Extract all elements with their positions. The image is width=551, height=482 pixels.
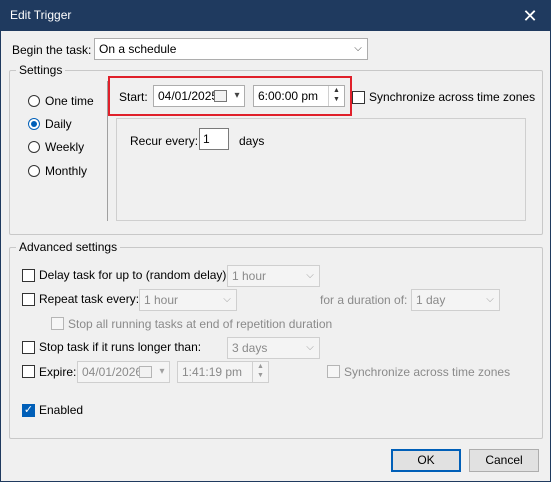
settings-group-title: Settings [16,63,66,77]
sync-timezones-checkbox[interactable] [352,91,365,104]
start-date-picker[interactable]: 04/01/2025 ▾ [153,85,245,107]
calendar-icon [214,90,227,102]
recur-unit-label: days [239,134,265,148]
repeat-task-label: Repeat task every: [39,292,140,306]
begin-task-dropdown[interactable]: On a schedule ⌵ [94,38,368,60]
duration-value: 1 day [416,293,446,307]
advanced-settings-title: Advanced settings [16,240,121,254]
recur-every-label: Recur every: [130,134,199,148]
expire-date-value: 04/01/2026 [82,365,143,379]
repeat-task-checkbox[interactable] [22,293,35,306]
radio-monthly[interactable] [28,165,40,177]
sync-timezones-label: Synchronize across time zones [369,90,536,104]
ok-button[interactable]: OK [391,449,461,472]
expire-sync-label: Synchronize across time zones [344,365,511,379]
chevron-down-icon: ⌵ [223,294,231,305]
repeat-task-dropdown[interactable]: 1 hour ⌵ [139,289,237,311]
delay-task-label: Delay task for up to (random delay): [39,268,230,282]
expire-sync-checkbox[interactable] [327,365,340,378]
close-icon[interactable]: ✕ [510,1,550,31]
expire-time-value: 1:41:19 pm [182,365,243,379]
radio-weekly-label: Weekly [45,140,85,154]
start-label: Start: [119,90,148,104]
radio-one-time[interactable] [28,95,40,107]
stop-task-longer-label: Stop task if it runs longer than: [39,340,202,354]
begin-task-label: Begin the task: [12,43,92,57]
stop-task-longer-checkbox[interactable] [22,341,35,354]
time-spinner-icon[interactable]: ▲ ▼ [252,362,268,382]
radio-one-time-label: One time [45,94,94,108]
start-time-field[interactable]: 6:00:00 pm ▲ ▼ [253,85,345,107]
delay-task-value: 1 hour [232,269,267,283]
time-spinner-icon[interactable]: ▲ ▼ [328,86,344,106]
repeat-task-value: 1 hour [144,293,179,307]
expire-checkbox[interactable] [22,365,35,378]
calendar-icon [139,366,152,378]
start-date-value: 04/01/2025 [158,89,219,103]
radio-daily-label: Daily [45,117,72,131]
stop-task-longer-value: 3 days [232,341,268,355]
expire-time-field[interactable]: 1:41:19 pm ▲ ▼ [177,361,269,383]
cancel-button[interactable]: Cancel [469,449,539,472]
chevron-down-icon: ▾ [234,90,240,101]
edit-trigger-dialog: Edit Trigger ✕ Begin the task: On a sche… [0,0,551,482]
chevron-down-icon: ⌵ [306,342,314,353]
expire-label: Expire: [39,365,77,379]
radio-monthly-label: Monthly [45,164,88,178]
enabled-checkbox[interactable]: ✓ [22,404,35,417]
enabled-label: Enabled [39,403,84,417]
dialog-title: Edit Trigger [10,8,72,22]
start-time-value: 6:00:00 pm [258,89,319,103]
chevron-down-icon: ⌵ [486,294,494,305]
recur-every-input[interactable]: 1 [199,128,229,150]
duration-dropdown[interactable]: 1 day ⌵ [411,289,500,311]
delay-task-dropdown[interactable]: 1 hour ⌵ [227,265,320,287]
begin-task-value: On a schedule [99,42,177,56]
stop-running-tasks-checkbox[interactable] [51,317,64,330]
stop-task-longer-dropdown[interactable]: 3 days ⌵ [227,337,320,359]
title-bar: Edit Trigger ✕ [1,1,550,31]
chevron-down-icon: ▾ [159,366,165,377]
recur-every-value: 1 [203,132,210,146]
radio-daily[interactable] [28,118,40,130]
duration-label: for a duration of: [320,293,408,307]
chevron-down-icon: ⌵ [354,43,362,54]
radio-weekly[interactable] [28,141,40,153]
chevron-down-icon: ⌵ [306,270,314,281]
delay-task-checkbox[interactable] [22,269,35,282]
stop-running-tasks-label: Stop all running tasks at end of repetit… [68,317,333,331]
expire-date-picker[interactable]: 04/01/2026 ▾ [77,361,170,383]
